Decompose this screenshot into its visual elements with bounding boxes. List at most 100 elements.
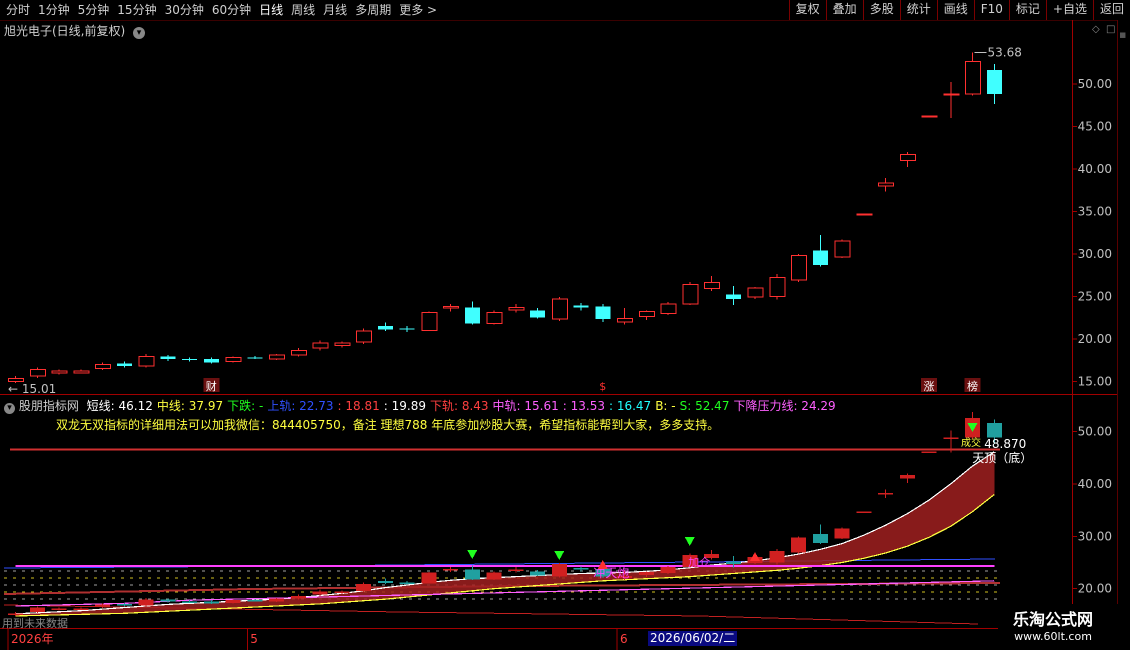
sub-candle-body <box>160 599 176 602</box>
indicator-values: 短线: 46.12 中线: 37.97 下跌: - 上轨: 22.73: 18.81:… <box>83 399 836 413</box>
candle-body <box>464 307 480 324</box>
sub-candle-body <box>725 561 741 565</box>
indicator-value: B: - <box>655 399 676 413</box>
sub-candle-body <box>986 423 1002 438</box>
sub-candle-body <box>638 571 654 576</box>
time-label: 5 <box>250 632 258 646</box>
sub-dotted-lines <box>3 448 1001 625</box>
candle-body <box>508 306 525 311</box>
sub-candle-body <box>899 474 915 479</box>
indicator-value: 下降压力线: 24.29 <box>733 399 836 413</box>
marker-label: 财 <box>206 379 217 393</box>
candle-body <box>334 342 351 347</box>
candle-body <box>95 363 111 369</box>
candle-body <box>856 213 873 216</box>
sell-arrow-marker <box>554 551 565 560</box>
add-position-label: 加仓 <box>688 555 710 569</box>
buy-arrow-marker <box>750 552 760 561</box>
diamond-icon[interactable]: ◇ <box>1092 24 1100 35</box>
indicator-title-row[interactable]: ▾ 股朋指标网 短线: 46.12 中线: 37.97 下跌: - 上轨: 22.73… <box>4 397 836 414</box>
indicator-value: : 19.89 <box>383 399 426 413</box>
sub-candle-body <box>290 596 306 599</box>
candle-body <box>943 93 960 96</box>
candle-body <box>986 70 1002 94</box>
sub-candle-body <box>443 568 458 571</box>
sub-candle-body <box>573 568 589 570</box>
candle-body <box>725 294 741 299</box>
candle-body <box>203 359 219 363</box>
price-tick-label: 20.00 <box>1078 332 1112 346</box>
gear-icon[interactable]: ▾ <box>4 403 15 414</box>
sub-candle-body <box>769 550 785 563</box>
price-tick-label: 25.00 <box>1078 289 1112 303</box>
price-tick-label: 45.00 <box>1078 119 1112 133</box>
marker-label: $ <box>599 380 606 393</box>
candle-body <box>595 306 611 320</box>
marker-label: 涨 <box>924 380 935 393</box>
square-icon[interactable]: □ <box>1106 24 1115 35</box>
candle-body <box>51 370 68 374</box>
candle-body <box>638 311 655 318</box>
sub-candle-body <box>116 603 132 606</box>
sub-candle-body <box>182 601 197 603</box>
rocket-label: 冲天炮 <box>593 565 629 580</box>
indicator-value: : 18.81 <box>337 399 380 413</box>
sub-candle-body <box>51 608 67 611</box>
candle-body <box>660 303 677 314</box>
sub-candle-body <box>73 608 89 611</box>
candle-body <box>834 240 851 258</box>
candle-body <box>551 298 568 320</box>
main-annotations: 53.68 ← 15.01 财 $ 涨 榜 <box>8 45 1022 395</box>
candle-body <box>399 328 415 330</box>
watermark-name: 乐淘公式网 <box>1012 610 1093 629</box>
candle-body <box>769 277 786 297</box>
price-tick-label: 30.00 <box>1078 247 1112 261</box>
indicator-value: 下跌: - <box>227 399 264 413</box>
sub-candle-body <box>812 534 828 544</box>
candle-body <box>878 182 894 187</box>
sub-candle-body <box>29 607 45 612</box>
low-price-label: ← 15.01 <box>8 382 56 396</box>
candle-body <box>573 305 589 308</box>
sub-candle-body <box>138 599 154 606</box>
candle-body <box>225 356 242 363</box>
sub-candle-body <box>660 567 676 573</box>
time-label: 6 <box>620 632 628 646</box>
top-bottom-label: 天顶（底） <box>972 450 1032 465</box>
candle-body <box>747 287 764 298</box>
sub-candle-body <box>312 591 328 595</box>
candle-body <box>530 310 545 318</box>
indicator-value: 上轨: 22.73 <box>267 399 334 413</box>
sub-candle-body <box>878 492 893 495</box>
sub-candle-body <box>203 601 219 604</box>
volume-label: 成交 <box>961 436 981 449</box>
future-data-note: 用到未来数据 <box>2 617 68 630</box>
candle-body <box>290 350 307 356</box>
right-sidebar[interactable]: ▪ ◇ □ <box>1092 20 1130 650</box>
candle-body <box>116 363 132 366</box>
sidebar-glyph: ▪ <box>1119 28 1127 41</box>
sub-price-axis: 20.00 30.00 40.00 50.00 <box>1072 424 1112 596</box>
sub-candle-body <box>247 600 263 602</box>
sub-price-tick-label: 40.00 <box>1078 477 1112 491</box>
sub-candle-body <box>421 572 437 584</box>
main-candles <box>8 52 1002 383</box>
candle-body <box>682 283 699 305</box>
buy-arrow-marker <box>597 560 608 569</box>
candle-body <box>8 378 24 382</box>
indicator-value: 短线: 46.12 <box>86 399 153 413</box>
indicator-value: : 13.53 <box>562 399 605 413</box>
sub-candle-body <box>464 569 480 580</box>
candle-body <box>704 282 720 290</box>
indicator-value: S: 52.47 <box>679 399 730 413</box>
sell-arrow-marker <box>467 550 478 559</box>
price-tick-label: 40.00 <box>1078 162 1112 176</box>
candle-body <box>247 357 263 359</box>
candle-body <box>312 342 329 349</box>
selected-date-tag: 2026/06/02/二 <box>648 631 738 646</box>
candle-body <box>269 354 285 360</box>
candle-body <box>965 61 981 95</box>
watermark: 乐淘公式网 www.60lt.com <box>998 604 1130 650</box>
price-tick-label: 50.00 <box>1078 77 1112 91</box>
candle-body <box>812 250 828 265</box>
